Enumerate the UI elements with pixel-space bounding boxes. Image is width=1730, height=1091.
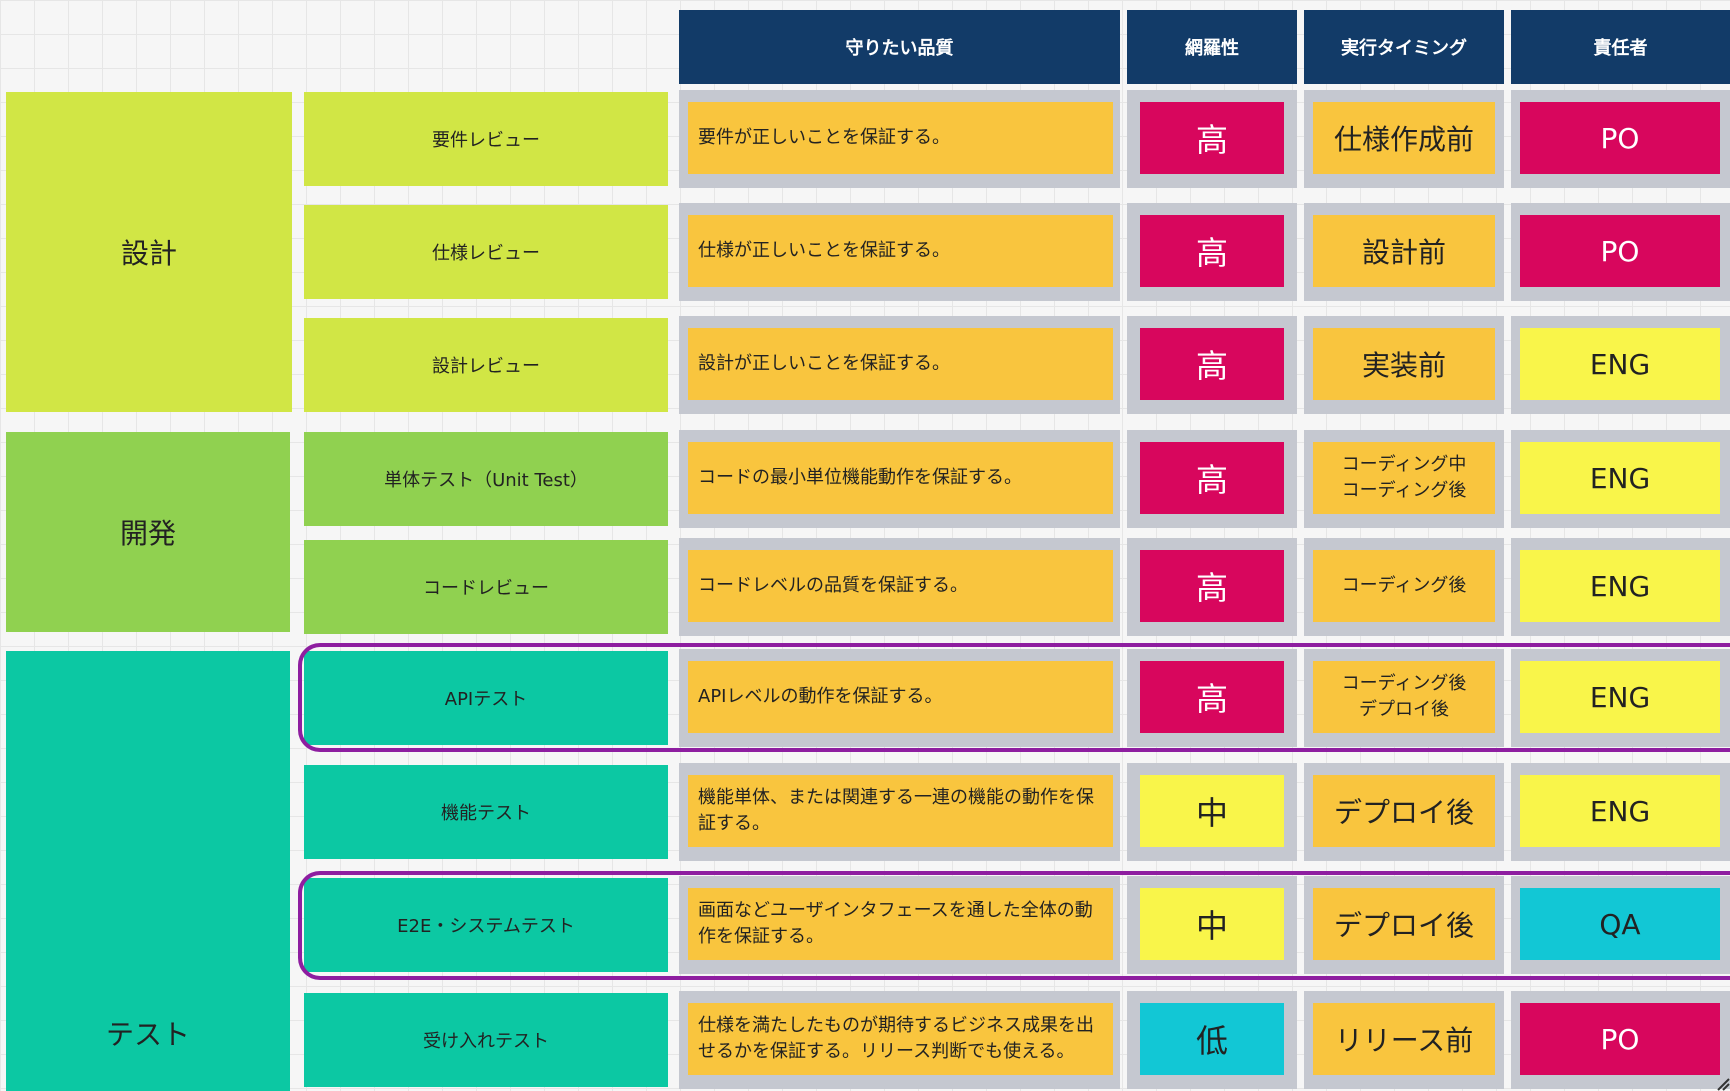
- activity-cell[interactable]: 仕様レビュー: [304, 205, 668, 299]
- activity-cell[interactable]: コードレビュー: [304, 540, 668, 634]
- quality-note[interactable]: 仕様を満たしたものが期待するビジネス成果を出せるかを保証する。リリース判断でも使…: [688, 1003, 1113, 1075]
- owner-note[interactable]: ENG: [1520, 550, 1720, 622]
- highlight-api-test: [298, 643, 1730, 752]
- coverage-note[interactable]: 高: [1140, 215, 1284, 287]
- owner-note[interactable]: PO: [1520, 215, 1720, 287]
- quality-note[interactable]: コードレベルの品質を保証する。: [688, 550, 1113, 622]
- coverage-note[interactable]: 低: [1140, 1003, 1284, 1075]
- activity-cell[interactable]: 受け入れテスト: [304, 993, 668, 1087]
- header-timing: 実行タイミング: [1304, 10, 1504, 84]
- coverage-note[interactable]: 高: [1140, 102, 1284, 174]
- coverage-note[interactable]: 高: [1140, 442, 1284, 514]
- highlight-e2e-test: [298, 871, 1730, 980]
- activity-cell[interactable]: 要件レビュー: [304, 92, 668, 186]
- activity-cell[interactable]: 単体テスト（Unit Test）: [304, 432, 668, 526]
- quality-note[interactable]: 設計が正しいことを保証する。: [688, 328, 1113, 400]
- phase-dev[interactable]: 開発: [6, 432, 290, 632]
- quality-note[interactable]: 要件が正しいことを保証する。: [688, 102, 1113, 174]
- owner-note[interactable]: ENG: [1520, 775, 1720, 847]
- quality-note[interactable]: 仕様が正しいことを保証する。: [688, 215, 1113, 287]
- timing-note[interactable]: 仕様作成前: [1313, 102, 1495, 174]
- owner-note[interactable]: PO: [1520, 1003, 1720, 1075]
- owner-note[interactable]: ENG: [1520, 442, 1720, 514]
- coverage-note[interactable]: 高: [1140, 550, 1284, 622]
- coverage-note[interactable]: 高: [1140, 328, 1284, 400]
- header-owner: 責任者: [1511, 10, 1730, 84]
- timing-note[interactable]: デプロイ後: [1313, 775, 1495, 847]
- quality-note[interactable]: 機能単体、または関連する一連の機能の動作を保証する。: [688, 775, 1113, 847]
- resize-handle-icon[interactable]: [1710, 1071, 1730, 1091]
- timing-note[interactable]: コーディング後: [1313, 550, 1495, 622]
- owner-note[interactable]: PO: [1520, 102, 1720, 174]
- header-quality: 守りたい品質: [679, 10, 1120, 84]
- timing-note[interactable]: 実装前: [1313, 328, 1495, 400]
- phase-test[interactable]: テスト: [6, 651, 290, 1091]
- timing-note[interactable]: コーディング中 コーディング後: [1313, 442, 1495, 514]
- quality-note[interactable]: コードの最小単位機能動作を保証する。: [688, 442, 1113, 514]
- header-coverage: 網羅性: [1127, 10, 1297, 84]
- phase-design[interactable]: 設計: [6, 92, 292, 412]
- timing-note[interactable]: 設計前: [1313, 215, 1495, 287]
- coverage-note[interactable]: 中: [1140, 775, 1284, 847]
- activity-cell[interactable]: 機能テスト: [304, 765, 668, 859]
- timing-note[interactable]: リリース前: [1313, 1003, 1495, 1075]
- activity-cell[interactable]: 設計レビュー: [304, 318, 668, 412]
- owner-note[interactable]: ENG: [1520, 328, 1720, 400]
